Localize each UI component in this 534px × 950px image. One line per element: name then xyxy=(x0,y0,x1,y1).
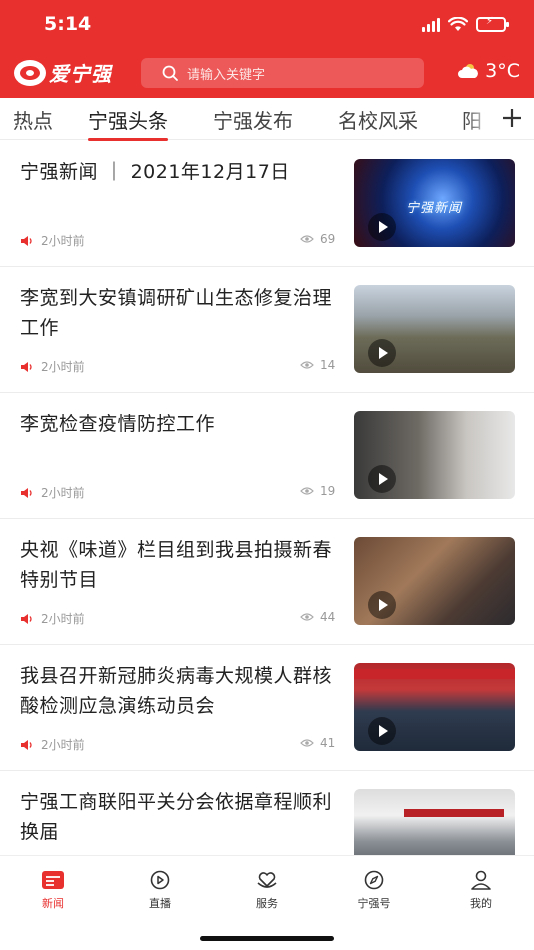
news-title: 我县召开新冠肺炎病毒大规模人群核酸检测应急演练动员会 xyxy=(20,665,333,717)
search-input[interactable]: 请输入关键字 xyxy=(141,58,424,88)
news-views: 44 xyxy=(300,610,342,624)
list-item[interactable]: 我县召开新冠肺炎病毒大规模人群核酸检测应急演练动员会 2小时前 41 xyxy=(0,645,534,771)
nav-ningqiang-hao[interactable]: 宁强号 xyxy=(334,870,414,911)
logo-icon xyxy=(14,59,46,86)
nav-label: 服务 xyxy=(256,897,278,910)
search-icon xyxy=(162,65,178,81)
status-bar: 5:14 xyxy=(0,0,534,50)
tab-schools[interactable]: 名校风采 xyxy=(338,105,418,134)
tab-release[interactable]: 宁强发布 xyxy=(213,105,293,134)
news-meta: 2小时前 xyxy=(20,736,85,753)
news-list: 宁强新闻 ｜ 2021年12月17日 2小时前 69 宁强新闻 李宽到大安镇调研… xyxy=(0,141,534,855)
news-thumbnail[interactable] xyxy=(354,789,515,855)
play-icon[interactable] xyxy=(368,213,396,241)
news-title: 李宽检查疫情防控工作 xyxy=(20,413,216,435)
view-count: 69 xyxy=(320,232,336,246)
play-icon[interactable] xyxy=(368,591,396,619)
status-time: 5:14 xyxy=(44,13,92,35)
news-time: 2小时前 xyxy=(41,612,85,626)
view-count: 14 xyxy=(320,358,336,372)
speaker-icon xyxy=(21,739,32,750)
status-icons xyxy=(422,16,509,32)
view-count: 19 xyxy=(320,484,336,498)
nav-news[interactable]: 新闻 xyxy=(13,870,93,911)
home-indicator[interactable] xyxy=(200,936,334,941)
eye-icon xyxy=(300,739,314,747)
signal-icon xyxy=(422,16,440,32)
eye-icon xyxy=(300,613,314,621)
news-thumbnail[interactable] xyxy=(354,411,515,499)
profile-icon xyxy=(471,870,491,890)
list-item[interactable]: 央视《味道》栏目组到我县拍摄新春特别节目 2小时前 44 xyxy=(0,519,534,645)
speaker-icon xyxy=(21,235,32,246)
channel-tabs: 热点 宁强头条 宁强发布 名校风采 阳 xyxy=(0,98,534,141)
app-header: 5:14 爱宁强 请输入关键字 3°C xyxy=(0,0,534,98)
add-channel-button[interactable] xyxy=(490,98,534,138)
list-item[interactable]: 宁强工商联阳平关分会依据章程顺利换届 xyxy=(0,771,534,855)
news-meta: 2小时前 xyxy=(20,484,85,501)
list-item[interactable]: 宁强新闻 ｜ 2021年12月17日 2小时前 69 宁强新闻 xyxy=(0,141,534,267)
news-title: 李宽到大安镇调研矿山生态修复治理工作 xyxy=(20,287,333,339)
news-title: 宁强工商联阳平关分会依据章程顺利换届 xyxy=(20,791,333,843)
live-icon xyxy=(150,870,170,890)
weather-temp: 3°C xyxy=(485,60,520,82)
play-icon[interactable] xyxy=(368,717,396,745)
battery-icon xyxy=(476,16,509,32)
speaker-icon xyxy=(21,613,32,624)
news-title: 宁强新闻 ｜ 2021年12月17日 xyxy=(20,161,290,183)
view-count: 41 xyxy=(320,736,336,750)
search-placeholder: 请输入关键字 xyxy=(187,67,266,83)
wifi-icon xyxy=(448,16,468,31)
eye-icon xyxy=(300,361,314,369)
tab-hot[interactable]: 热点 xyxy=(13,105,53,134)
list-item[interactable]: 李宽检查疫情防控工作 2小时前 19 xyxy=(0,393,534,519)
list-item[interactable]: 李宽到大安镇调研矿山生态修复治理工作 2小时前 14 xyxy=(0,267,534,393)
news-title: 央视《味道》栏目组到我县拍摄新春特别节目 xyxy=(20,539,333,591)
news-icon xyxy=(42,871,64,889)
news-views: 14 xyxy=(300,358,342,372)
news-time: 2小时前 xyxy=(41,738,85,752)
nav-service[interactable]: 服务 xyxy=(227,870,307,911)
tab-headlines[interactable]: 宁强头条 xyxy=(88,105,168,141)
nav-live[interactable]: 直播 xyxy=(120,870,200,911)
news-thumbnail[interactable]: 宁强新闻 xyxy=(354,159,515,247)
plus-icon xyxy=(503,109,521,127)
service-icon xyxy=(257,872,277,888)
news-meta: 2小时前 xyxy=(20,358,85,375)
news-views: 19 xyxy=(300,484,342,498)
top-bar: 爱宁强 请输入关键字 3°C xyxy=(0,50,534,96)
news-views: 69 xyxy=(300,232,342,246)
news-thumbnail[interactable] xyxy=(354,537,515,625)
news-meta: 2小时前 xyxy=(20,610,85,627)
thumbnail-caption: 宁强新闻 xyxy=(406,201,463,216)
eye-icon xyxy=(300,487,314,495)
weather-widget[interactable]: 3°C xyxy=(456,60,520,82)
nav-label: 新闻 xyxy=(42,897,64,910)
cloud-icon xyxy=(458,64,479,78)
news-views: 41 xyxy=(300,736,342,750)
play-icon[interactable] xyxy=(368,465,396,493)
play-icon[interactable] xyxy=(368,339,396,367)
news-thumbnail[interactable] xyxy=(354,285,515,373)
logo-text: 爱宁强 xyxy=(49,62,112,86)
news-meta: 2小时前 xyxy=(20,232,85,249)
speaker-icon xyxy=(21,361,32,372)
compass-icon xyxy=(364,870,384,890)
app-logo: 爱宁强 xyxy=(14,58,112,87)
speaker-icon xyxy=(21,487,32,498)
nav-label: 宁强号 xyxy=(357,897,391,910)
view-count: 44 xyxy=(320,610,336,624)
nav-label: 我的 xyxy=(470,897,492,910)
news-time: 2小时前 xyxy=(41,486,85,500)
nav-profile[interactable]: 我的 xyxy=(441,870,521,911)
eye-icon xyxy=(300,235,314,243)
news-thumbnail[interactable] xyxy=(354,663,515,751)
news-time: 2小时前 xyxy=(41,234,85,248)
nav-label: 直播 xyxy=(149,897,171,910)
news-time: 2小时前 xyxy=(41,360,85,374)
